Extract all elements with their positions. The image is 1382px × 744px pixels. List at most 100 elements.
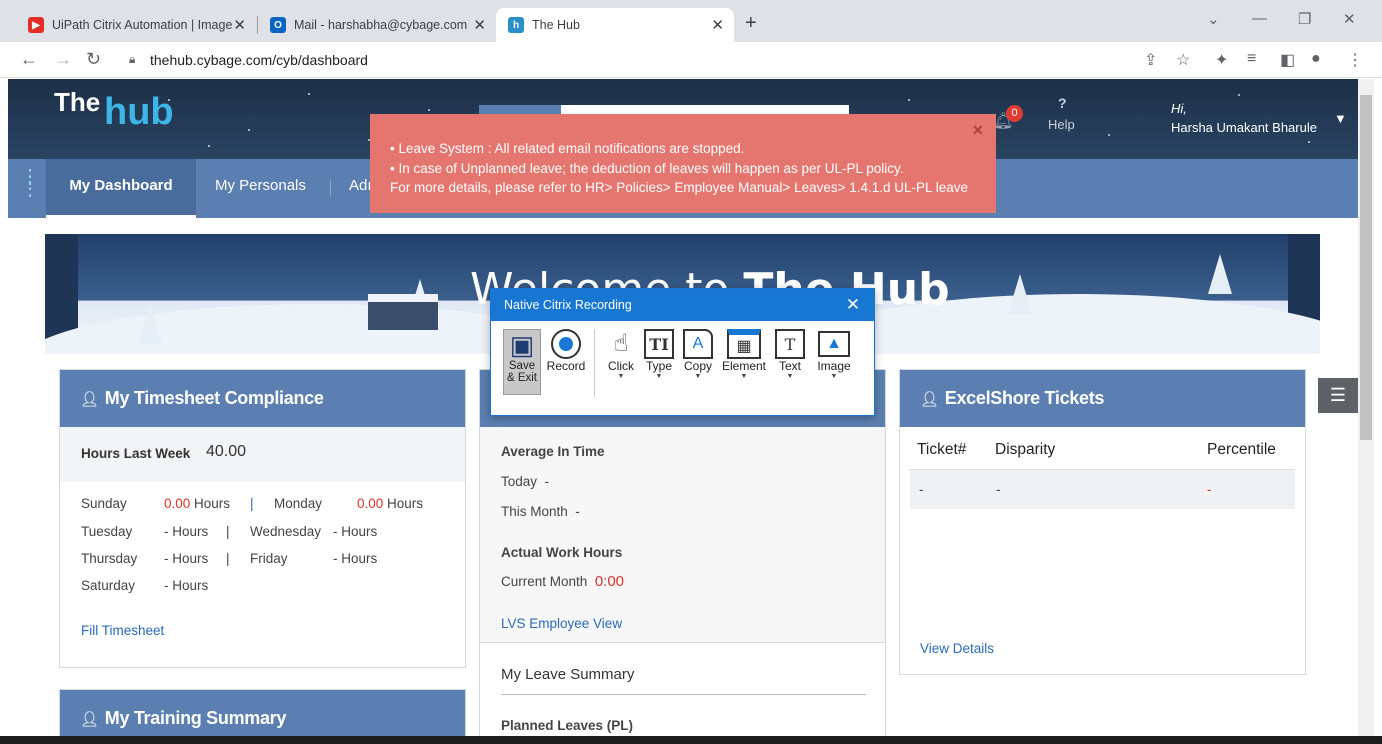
day-hours: - Hours [333, 524, 378, 539]
back-icon[interactable]: ← [20, 49, 38, 70]
logo-hub[interactable]: hub [104, 91, 174, 134]
reload-icon[interactable]: ↻ [86, 49, 101, 70]
side-panel-icon[interactable]: ◧ [1280, 50, 1295, 70]
lock-icon[interactable]: 🔒︎ [129, 52, 135, 67]
alert-line: • Leave System : All related email notif… [390, 141, 745, 156]
col-ticket: Ticket# [917, 441, 967, 458]
save-icon: ▣ [509, 330, 535, 360]
nav-grip-icon[interactable]: ⋮ ⋮ [20, 167, 40, 199]
dialog-title: Native Citrix Recording [491, 289, 874, 321]
click-button[interactable]: ☝︎ Click ▼ [602, 329, 640, 381]
save-exit-button[interactable]: ▣ Save & Exit [503, 329, 541, 395]
nav-admin[interactable]: Adı [349, 159, 372, 218]
leave-summary-title: My Leave Summary [501, 666, 635, 683]
image-button[interactable]: ▲ Image ▼ [813, 329, 855, 381]
help-icon[interactable]: ? [1058, 95, 1067, 111]
alert-line: For more details, please refer to HR> Po… [390, 180, 969, 195]
tool-label: Type [645, 359, 672, 373]
browser-tab-mail[interactable]: O Mail - harshabha@cybage.com ✕ [258, 8, 496, 42]
current-month-row: Current Month 0:00 [501, 573, 625, 590]
cell-disparity: - [996, 482, 1001, 497]
day-label: Thursday [81, 551, 138, 566]
tool-label: Copy [683, 359, 712, 373]
view-details-link[interactable]: View Details [920, 641, 994, 656]
element-button[interactable]: ▦ Element ▼ [721, 329, 767, 381]
tool-label: Save & Exit [506, 360, 538, 384]
cabin-image [368, 294, 438, 330]
col-percentile: Percentile [1207, 441, 1276, 458]
day-label: Monday [274, 496, 323, 511]
tickets-title: ExcelShore Tickets [944, 388, 1105, 408]
alert-close-icon[interactable]: ✕ [972, 122, 984, 139]
day-hours: 0.00 Hours [164, 496, 231, 511]
side-panel-toggle-icon[interactable]: ☰ [1318, 378, 1358, 413]
url-text[interactable]: thehub.cybage.com/cyb/dashboard [150, 52, 368, 68]
tab-title: The Hub [532, 18, 580, 32]
text-button[interactable]: T Text ▼ [773, 329, 807, 381]
scrollbar-thumb[interactable] [1360, 95, 1372, 440]
profile-icon[interactable]: ● [1311, 50, 1321, 68]
record-button[interactable]: Record [546, 329, 586, 373]
tool-label: Image [817, 359, 851, 373]
close-icon[interactable]: ✕ [233, 16, 246, 34]
day-label: Saturday [81, 578, 136, 593]
browser-tab-uipath[interactable]: ▶ UiPath Citrix Automation | Image ✕ [16, 8, 256, 42]
image-icon: ▲ [818, 331, 850, 357]
window-close-icon[interactable]: ✕ [1343, 10, 1356, 28]
dialog-close-icon[interactable]: ✕ [846, 295, 860, 315]
fill-timesheet-link[interactable]: Fill Timesheet [81, 623, 164, 638]
restore-icon[interactable]: ❐ [1298, 10, 1311, 28]
copy-icon: A [683, 329, 713, 359]
tool-label: Click [608, 359, 634, 373]
dropdown-caret-icon: ▼ [830, 373, 838, 380]
youtube-icon: ▶ [28, 17, 44, 33]
dropdown-caret-icon: ▼ [617, 373, 625, 380]
day-label: Wednesday [250, 524, 322, 539]
browser-tab-hub[interactable]: h The Hub ✕ [496, 8, 734, 42]
tool-label: Element [721, 359, 767, 373]
card-header: 👤︎ My Timesheet Compliance [60, 370, 465, 427]
copy-button[interactable]: A Copy ▼ [681, 329, 715, 381]
outlook-icon: O [270, 17, 286, 33]
help-link[interactable]: Help [1048, 117, 1075, 132]
lvs-employee-view-link[interactable]: LVS Employee View [501, 616, 622, 631]
avg-in-time-label: Average In Time [501, 444, 605, 459]
timesheet-card: 👤︎ My Timesheet Compliance Hours Last Wee… [59, 369, 466, 668]
extensions-icon[interactable]: ✦ [1215, 50, 1228, 70]
divider [501, 694, 866, 695]
os-taskbar [0, 736, 1382, 744]
nav-divider [330, 179, 331, 197]
user-name[interactable]: Harsha Umakant Bharule [1171, 120, 1317, 135]
planned-leaves-label: Planned Leaves (PL) [501, 718, 634, 733]
minimize-icon[interactable]: — [1252, 10, 1267, 27]
logo-the[interactable]: The [54, 87, 100, 118]
share-icon[interactable]: ⇪ [1144, 50, 1157, 70]
attendance-card: Average In Time Today - This Month - Act… [479, 369, 886, 736]
media-icon[interactable]: ≡ [1247, 50, 1256, 68]
col-disparity: Disparity [995, 441, 1056, 458]
card-header: 👤︎ My Training Summary [60, 690, 465, 736]
close-icon[interactable]: ✕ [473, 16, 486, 34]
citrix-recording-dialog: Native Citrix Recording ✕ ▣ Save & Exit … [490, 288, 875, 416]
user-menu-caret-icon[interactable]: ▼ [1334, 111, 1347, 126]
day-separator: | [226, 524, 230, 539]
new-tab-button[interactable]: + [745, 12, 757, 35]
alert-line: • In case of Unplanned leave; the deduct… [390, 160, 904, 176]
close-icon[interactable]: ✕ [711, 16, 724, 34]
cell-percentile: - [1207, 482, 1212, 497]
user-icon: 👤︎ [80, 391, 99, 408]
type-button[interactable]: TI Type ▼ [642, 329, 676, 381]
tab-search-icon[interactable]: ⌄ [1207, 10, 1220, 28]
type-icon: TI [644, 329, 674, 359]
menu-icon[interactable]: ⋮ [1347, 50, 1363, 70]
day-hours: 0.00 Hours [357, 496, 424, 511]
tool-label: Record [546, 359, 586, 373]
hub-icon: h [508, 17, 524, 33]
forward-icon[interactable]: → [54, 49, 72, 70]
day-hours: - Hours [164, 551, 209, 566]
nav-my-personals[interactable]: My Personals [215, 159, 306, 218]
nav-my-dashboard[interactable]: My Dashboard [46, 159, 196, 218]
bookmark-star-icon[interactable]: ☆ [1176, 50, 1190, 70]
element-icon: ▦ [727, 329, 761, 359]
click-icon: ☝︎ [613, 330, 629, 357]
